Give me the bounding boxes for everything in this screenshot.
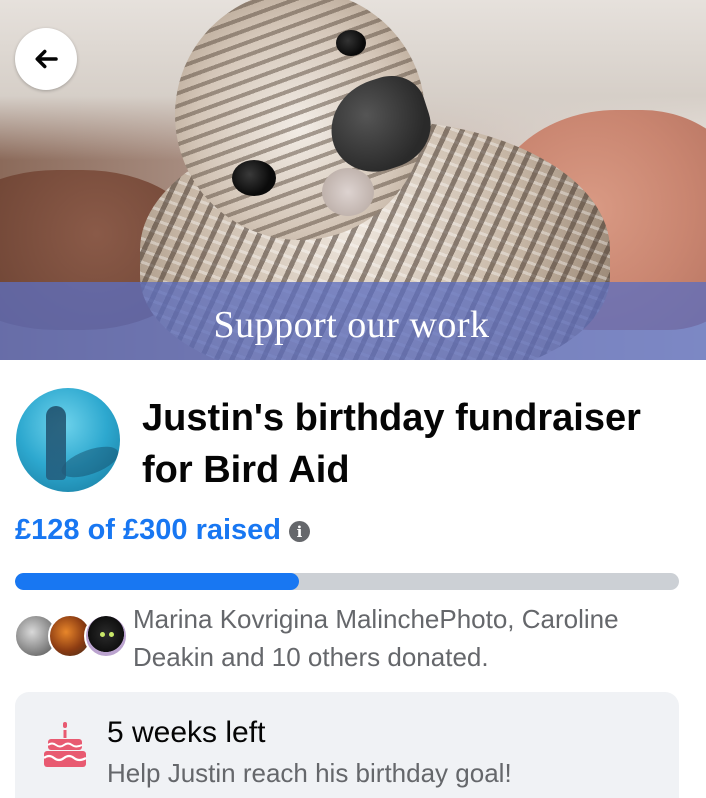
cover-banner-text: Support our work <box>213 304 490 346</box>
bird-eye <box>232 160 276 196</box>
avatar-shadow <box>57 440 120 484</box>
goal-message: Help Justin reach his birthday goal! <box>107 758 512 788</box>
time-left: 5 weeks left <box>107 716 266 749</box>
donor-avatars[interactable] <box>14 614 128 658</box>
progress-bar <box>15 573 679 590</box>
bird-fluff <box>322 168 374 216</box>
back-button[interactable] <box>15 28 77 90</box>
birthday-cake-icon <box>43 722 87 767</box>
bird-eye <box>336 30 366 56</box>
info-icon[interactable]: i <box>289 521 311 542</box>
birthday-goal-card: 5 weeks left Help Justin reach his birth… <box>15 692 679 798</box>
raised-summary: £128 of £300 raised i <box>15 514 311 547</box>
fundraiser-avatar[interactable] <box>16 388 120 492</box>
donors-summary[interactable]: Marina Kovrigina MalinchePhoto, Caroline… <box>133 600 683 676</box>
fundraiser-title: Justin's birthday fundraiser for Bird Ai… <box>142 397 641 491</box>
cover-photo: Support our work <box>0 0 706 360</box>
cover-banner: Support our work <box>0 282 706 360</box>
arrow-left-icon <box>35 49 58 69</box>
avatar-figure <box>46 406 66 480</box>
progress-bar-fill <box>15 573 299 590</box>
raised-text: £128 of £300 raised <box>15 514 282 546</box>
avatar <box>84 614 128 658</box>
